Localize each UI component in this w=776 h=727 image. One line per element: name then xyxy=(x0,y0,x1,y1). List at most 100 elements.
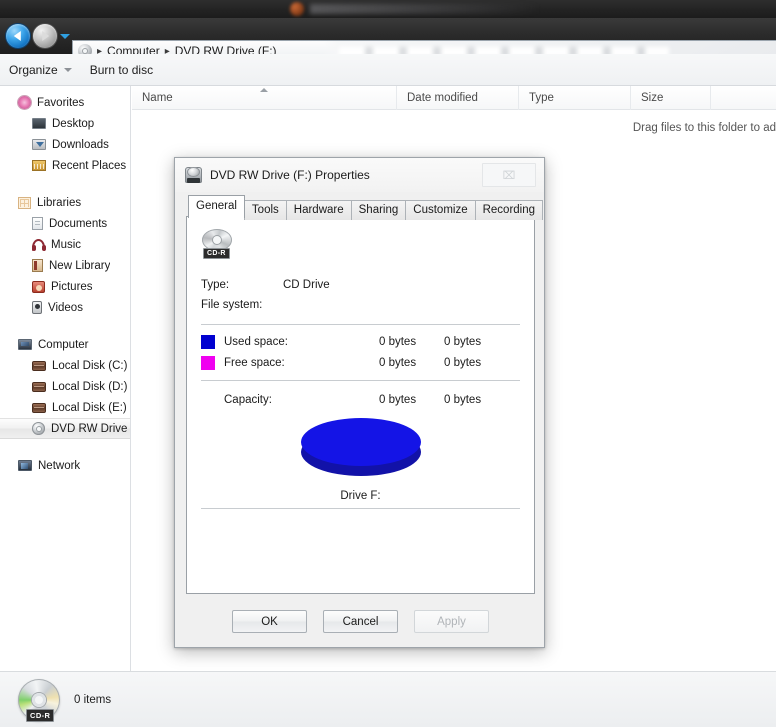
dvd-drive-icon xyxy=(185,167,202,183)
capacity-bytes: 0 bytes xyxy=(379,393,417,406)
sidebar-item-dvd-rw-drive[interactable]: DVD RW Drive ( xyxy=(0,418,130,439)
sidebar-item-network[interactable]: Network xyxy=(0,455,130,476)
documents-icon xyxy=(32,217,43,230)
column-label: Type xyxy=(529,91,554,104)
cd-r-disc-icon: CD-R xyxy=(18,678,60,722)
cancel-button[interactable]: Cancel xyxy=(323,610,398,633)
ok-label: OK xyxy=(261,615,278,628)
file-system-label: File system: xyxy=(201,299,263,311)
burn-to-disc-button[interactable]: Burn to disc xyxy=(81,58,162,82)
chevron-down-icon[interactable] xyxy=(60,34,70,39)
sidebar-item-local-disk-c[interactable]: Local Disk (C:) xyxy=(0,355,130,376)
address-bar[interactable]: ▸ Computer ▸ DVD RW Drive (F:) xyxy=(72,40,776,54)
navigation-bar: ▸ Computer ▸ DVD RW Drive (F:) xyxy=(0,18,776,54)
column-header-date-modified[interactable]: Date modified xyxy=(397,86,519,110)
breadcrumb-computer[interactable]: Computer xyxy=(107,44,160,54)
pie-chart-caption: Drive F: xyxy=(340,490,381,502)
file-system-row: File system: xyxy=(201,295,520,315)
sidebar-item-label: Computer xyxy=(38,338,89,351)
sidebar-item-favorites[interactable]: Favorites xyxy=(0,92,130,113)
used-space-bytes: 0 bytes xyxy=(379,335,417,348)
sidebar-item-local-disk-d[interactable]: Local Disk (D:) xyxy=(0,376,130,397)
tab-hardware[interactable]: Hardware xyxy=(285,200,352,220)
new-library-icon xyxy=(32,259,43,272)
column-header-name[interactable]: Name xyxy=(132,86,397,110)
tab-recording[interactable]: Recording xyxy=(474,200,544,220)
hard-disk-icon xyxy=(32,381,46,392)
sidebar-item-downloads[interactable]: Downloads xyxy=(0,134,130,155)
drive-type-value: CD Drive xyxy=(283,279,330,291)
general-tab-panel: CD-R Type: CD Drive File system: Used sp… xyxy=(186,216,535,594)
sidebar-item-videos[interactable]: Videos xyxy=(0,297,130,318)
sidebar-group-network: Network xyxy=(0,455,130,476)
tab-customize[interactable]: Customize xyxy=(405,200,476,220)
organize-button[interactable]: Organize xyxy=(0,58,81,82)
sidebar-item-music[interactable]: Music xyxy=(0,234,130,255)
used-space-bytes-alt: 0 bytes xyxy=(444,335,482,348)
used-space-color-swatch xyxy=(201,334,215,349)
tab-tools[interactable]: Tools xyxy=(243,200,287,220)
sidebar-item-computer[interactable]: Computer xyxy=(0,334,130,355)
drive-type-row: Type: CD Drive xyxy=(201,275,520,295)
column-label: Name xyxy=(142,91,173,104)
sidebar-item-documents[interactable]: Documents xyxy=(0,213,130,234)
obscured-top-strip xyxy=(0,0,776,18)
dialog-title: DVD RW Drive (F:) Properties xyxy=(210,168,370,182)
status-bar: CD-R 0 items xyxy=(0,671,776,727)
forward-button[interactable] xyxy=(33,24,57,48)
network-icon xyxy=(18,460,32,471)
column-header-type[interactable]: Type xyxy=(519,86,631,110)
item-count-label: 0 items xyxy=(74,693,112,706)
videos-icon xyxy=(32,301,42,314)
disk-usage-pie-chart: Drive F: xyxy=(201,416,520,502)
capacity-label: Capacity: xyxy=(224,393,272,406)
close-icon: ⌧ xyxy=(502,169,516,182)
sidebar-item-recent-places[interactable]: Recent Places xyxy=(0,155,130,176)
cd-r-badge-label: CD-R xyxy=(26,708,55,722)
sidebar-item-label: Local Disk (E:) xyxy=(52,401,127,414)
blurred-app-icon xyxy=(290,2,304,16)
sidebar-item-libraries[interactable]: Libraries xyxy=(0,192,130,213)
dialog-button-row: OK Cancel Apply xyxy=(175,610,546,633)
free-space-row: Free space: 0 bytes 0 bytes xyxy=(201,352,520,373)
tab-label: Customize xyxy=(413,204,468,216)
dvd-drive-icon xyxy=(78,44,92,54)
used-space-label: Used space: xyxy=(224,335,288,348)
sidebar-item-new-library[interactable]: New Library xyxy=(0,255,130,276)
free-space-label: Free space: xyxy=(224,356,285,369)
ok-button[interactable]: OK xyxy=(232,610,307,633)
sidebar-item-local-disk-e[interactable]: Local Disk (E:) xyxy=(0,397,130,418)
blurred-title-text xyxy=(310,4,540,14)
sidebar-item-label: Local Disk (C:) xyxy=(52,359,128,372)
tab-sharing[interactable]: Sharing xyxy=(350,200,407,220)
navigation-sidebar[interactable]: Favorites Desktop Downloads Recent Place… xyxy=(0,86,131,671)
sidebar-item-desktop[interactable]: Desktop xyxy=(0,113,130,134)
apply-label: Apply xyxy=(437,615,466,628)
sidebar-item-label: Libraries xyxy=(37,196,82,209)
sidebar-item-label: Downloads xyxy=(52,138,109,151)
tab-label: General xyxy=(196,200,237,212)
favorites-star-icon xyxy=(18,96,31,109)
hard-disk-icon xyxy=(32,402,46,413)
sidebar-item-label: Recent Places xyxy=(52,159,127,172)
column-header-row: Name Date modified Type Size xyxy=(132,86,776,110)
chevron-down-icon xyxy=(63,67,72,72)
recent-places-icon xyxy=(32,160,46,171)
pie-top-face xyxy=(300,418,421,466)
divider xyxy=(201,508,520,509)
breadcrumb-separator: ▸ xyxy=(97,45,103,55)
sidebar-item-pictures[interactable]: Pictures xyxy=(0,276,130,297)
dialog-tab-area: General Tools Hardware Sharing Customize… xyxy=(186,195,544,596)
column-label: Size xyxy=(641,91,664,104)
back-button[interactable] xyxy=(6,24,30,48)
breadcrumb-dvd-drive[interactable]: DVD RW Drive (F:) xyxy=(175,44,277,54)
cd-r-badge-label: CD-R xyxy=(203,248,230,259)
column-header-size[interactable]: Size xyxy=(631,86,711,110)
tab-general[interactable]: General xyxy=(188,195,245,218)
close-button[interactable]: ⌧ xyxy=(482,163,536,187)
sidebar-item-label: Pictures xyxy=(51,280,93,293)
apply-button[interactable]: Apply xyxy=(414,610,489,633)
dvd-drive-icon xyxy=(32,422,45,435)
